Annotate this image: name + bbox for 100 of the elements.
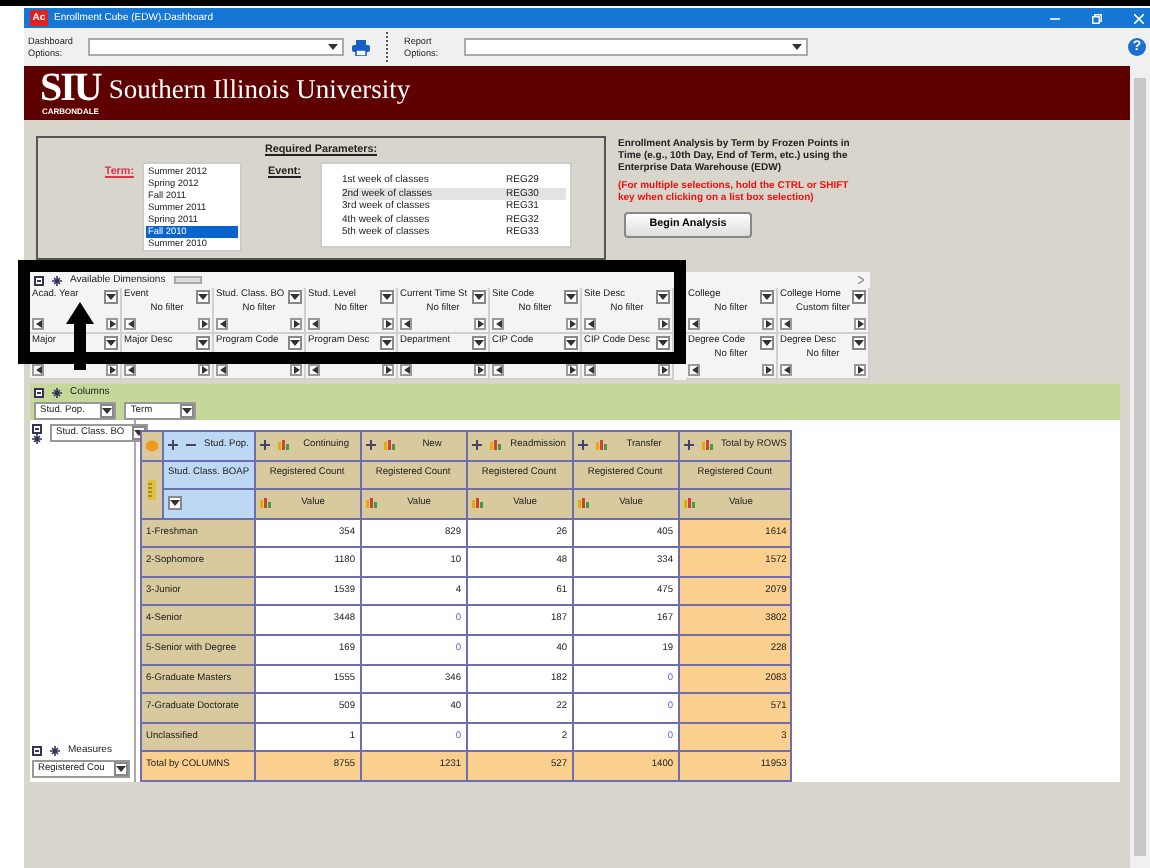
scroll-right-button[interactable] — [106, 317, 118, 330]
caret-icon — [290, 294, 300, 300]
left-arrow-icon — [783, 365, 789, 374]
scroll-left-button[interactable] — [32, 317, 44, 330]
left-arrow-icon — [311, 319, 317, 328]
expand-icon — [471, 440, 482, 451]
right-arrow-icon — [477, 319, 483, 328]
scroll-right-button[interactable] — [658, 317, 670, 330]
scroll-right-button[interactable] — [290, 317, 302, 330]
dropdown-button[interactable] — [564, 290, 578, 304]
dropdown-button[interactable] — [760, 290, 774, 304]
scroll-right-button[interactable] — [566, 317, 578, 330]
scroll-right-button[interactable] — [854, 317, 866, 330]
scroll-left-button[interactable] — [688, 317, 700, 330]
left-arrow-icon — [403, 319, 409, 328]
dropdown-button[interactable] — [104, 290, 118, 304]
ruler-icon — [146, 479, 158, 500]
caret-icon — [658, 294, 668, 300]
scroll-left-button[interactable] — [688, 363, 700, 376]
caret-icon — [854, 340, 864, 346]
scroll-right-button[interactable] — [762, 363, 774, 376]
cube-icon — [146, 439, 158, 452]
dropdown-button[interactable] — [564, 336, 578, 350]
bars-icon — [259, 498, 272, 509]
caret-icon — [382, 340, 392, 346]
scroll-left-button[interactable] — [400, 317, 412, 330]
scroll-right-button[interactable] — [854, 363, 866, 376]
dropdown-button[interactable] — [760, 336, 774, 350]
collapse-icon — [34, 387, 44, 397]
scroll-right-button[interactable] — [762, 317, 774, 330]
scroll-left-button[interactable] — [780, 317, 792, 330]
scroll-left-button[interactable] — [124, 317, 136, 330]
caret-icon — [106, 294, 116, 300]
right-arrow-icon — [109, 319, 115, 328]
expand-icon — [259, 440, 270, 451]
dropdown-button[interactable] — [196, 336, 210, 350]
left-arrow-icon — [311, 365, 317, 374]
collapse-icon — [186, 440, 196, 451]
scroll-handle-icon — [173, 276, 202, 284]
right-arrow-icon — [293, 319, 299, 328]
expand-icon — [168, 440, 178, 451]
caret-icon — [198, 340, 208, 346]
bars-icon — [383, 440, 396, 451]
caret-icon — [566, 294, 576, 300]
dropdown-button[interactable] — [180, 404, 195, 418]
vertical-scrollbar[interactable] — [1130, 66, 1150, 868]
right-arrow-icon — [857, 365, 863, 374]
dropdown-button[interactable] — [100, 404, 115, 418]
scroll-left-button[interactable] — [584, 317, 596, 330]
minimize-icon[interactable] — [1050, 13, 1060, 23]
scroll-right-button[interactable] — [382, 317, 394, 330]
caret-icon — [328, 44, 338, 50]
scroll-left-button[interactable] — [308, 317, 320, 330]
scroll-left-button[interactable] — [216, 317, 228, 330]
caret-icon — [792, 44, 802, 50]
dropdown-button[interactable] — [380, 336, 394, 350]
dropdown-button[interactable] — [288, 290, 302, 304]
right-arrow-icon — [661, 319, 667, 328]
right-arrow-icon — [661, 365, 667, 374]
left-arrow-icon — [587, 365, 593, 374]
dropdown-button[interactable] — [104, 336, 118, 350]
caret-icon — [854, 294, 864, 300]
dropdown-button[interactable] — [380, 290, 394, 304]
bars-icon — [489, 440, 502, 451]
bars-icon — [577, 498, 590, 509]
bars-icon — [701, 440, 714, 451]
scroll-left-button[interactable] — [780, 363, 792, 376]
caret-icon — [198, 294, 208, 300]
dropdown-button[interactable] — [852, 336, 866, 350]
dropdown-button[interactable] — [656, 290, 670, 304]
dropdown-button[interactable] — [472, 290, 486, 304]
left-arrow-icon — [127, 365, 133, 374]
dropdown-button[interactable] — [656, 336, 670, 350]
dropdown-button[interactable] — [852, 290, 866, 304]
left-arrow-icon — [495, 319, 501, 328]
close-icon[interactable] — [1134, 13, 1144, 23]
caret-icon — [290, 340, 300, 346]
dropdown-button[interactable] — [288, 336, 302, 350]
dropdown-button[interactable] — [114, 762, 128, 776]
pin-icon — [52, 275, 62, 285]
caret-icon — [116, 766, 126, 772]
scroll-right-icon[interactable] — [858, 276, 864, 284]
caret-icon — [474, 340, 484, 346]
right-arrow-icon — [477, 365, 483, 374]
dropdown-button[interactable] — [196, 290, 210, 304]
scroll-right-button[interactable] — [198, 317, 210, 330]
caret-icon — [762, 294, 772, 300]
restore-icon[interactable] — [1092, 13, 1102, 23]
dropdown-button[interactable] — [472, 336, 486, 350]
bars-icon — [683, 498, 696, 509]
expand-icon — [577, 440, 588, 451]
caret-icon — [106, 340, 116, 346]
dropdown-button[interactable] — [168, 496, 182, 511]
scroll-left-button[interactable] — [492, 317, 504, 330]
scroll-right-button[interactable] — [474, 317, 486, 330]
left-arrow-icon — [691, 319, 697, 328]
printer-icon[interactable] — [352, 39, 370, 55]
pin-icon — [32, 434, 42, 444]
bars-icon — [365, 498, 378, 509]
left-arrow-icon — [783, 319, 789, 328]
